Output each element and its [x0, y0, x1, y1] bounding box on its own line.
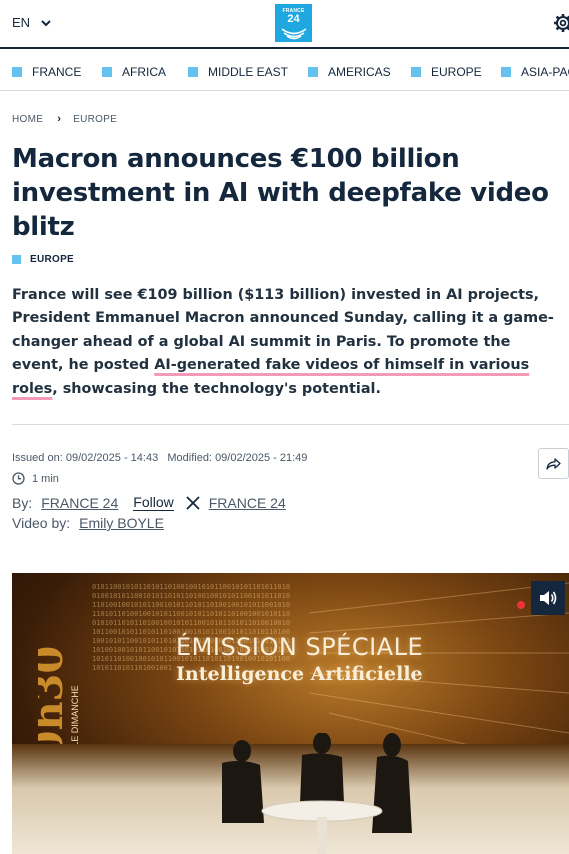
issued-date: 09/02/2025 - 14:43 [65, 452, 159, 464]
divider [12, 424, 569, 425]
nav-item-france[interactable]: FRANCE [12, 65, 81, 79]
language-selector[interactable]: EN [12, 15, 52, 30]
speaker-icon [540, 591, 557, 605]
share-button[interactable] [538, 448, 569, 479]
gear-icon[interactable] [553, 13, 569, 33]
publish-dates: Issued on: 09/02/2025 - 14:43 Modified: … [12, 452, 307, 464]
article-lead: France will see €109 billion ($113 billi… [12, 284, 560, 401]
nav-item-label: AMERICAS [328, 65, 391, 79]
section-nav: FRANCE AFRICA MIDDLE EAST AMERICAS EUROP… [0, 51, 569, 91]
category-bullet [12, 255, 21, 264]
author-link[interactable]: FRANCE 24 [41, 495, 118, 511]
read-time-value: 1 min [32, 472, 59, 485]
category-label: EUROPE [30, 254, 75, 265]
nav-item-label: EUROPE [431, 65, 482, 79]
modified-date: 09/02/2025 - 21:49 [215, 452, 308, 464]
video-subheadline: Intelligence Artificielle [176, 663, 423, 685]
read-time: 1 min [12, 472, 59, 485]
video-byline: Video by: Emily BOYLE [12, 515, 164, 531]
nav-bullet [411, 67, 421, 77]
chevron-down-icon [41, 19, 51, 26]
nav-bullet [102, 67, 112, 77]
nav-item-europe[interactable]: EUROPE [411, 65, 482, 79]
nav-item-africa[interactable]: AFRICA [102, 65, 166, 79]
logo-text-24: 24 [287, 13, 300, 25]
nav-item-label: AFRICA [122, 65, 167, 79]
x-logo-icon [186, 495, 200, 510]
show-badge-subtitle: LE DIMANCHE [70, 685, 80, 747]
video-author-link[interactable]: Emily BOYLE [79, 515, 164, 531]
issued-label: Issued on: [12, 452, 63, 464]
video-by-label: Video by: [12, 515, 71, 531]
by-label: By: [12, 494, 33, 511]
nav-item-label: ASIA-PACIFIC [521, 65, 569, 79]
lead-text-2: , showcasing the technology's potential. [52, 380, 381, 397]
mute-button[interactable] [531, 581, 565, 615]
video-player[interactable]: 0101100101011010110100100101011001010110… [12, 573, 569, 854]
chevron-right-icon: › [57, 113, 62, 125]
nav-item-asia-pacific[interactable]: ASIA-PACIFIC [501, 65, 569, 79]
live-indicator [517, 601, 525, 609]
article-category[interactable]: EUROPE [12, 254, 74, 265]
article-title: Macron announces €100 billion investment… [12, 144, 549, 242]
byline: By: FRANCE 24 Follow FRANCE 24 [12, 494, 286, 511]
breadcrumb-section[interactable]: EUROPE [73, 114, 117, 125]
video-headline: ÉMISSION SPÉCIALE [176, 633, 424, 661]
video-people-silhouettes [222, 733, 412, 854]
nav-item-middle-east[interactable]: MIDDLE EAST [188, 65, 288, 79]
language-label: EN [12, 15, 31, 30]
nav-bullet [501, 67, 511, 77]
france24-logo[interactable]: FRANCE 24 [275, 4, 312, 42]
nav-bullet [12, 67, 22, 77]
breadcrumb-home[interactable]: HOME [12, 114, 43, 125]
clock-icon [12, 472, 25, 485]
logo-waves-icon [281, 28, 306, 40]
nav-item-label: MIDDLE EAST [208, 65, 289, 79]
nav-bullet [308, 67, 318, 77]
top-header: EN FRANCE 24 [0, 0, 569, 49]
nav-item-label: FRANCE [32, 65, 82, 79]
breadcrumb: HOME › EUROPE [12, 113, 117, 125]
modified-label: Modified: [167, 452, 212, 464]
nav-item-americas[interactable]: AMERICAS [308, 65, 391, 79]
x-handle-link[interactable]: FRANCE 24 [209, 495, 286, 511]
follow-button[interactable]: Follow [133, 494, 174, 511]
nav-bullet [188, 67, 198, 77]
share-arrow-icon [546, 457, 561, 470]
